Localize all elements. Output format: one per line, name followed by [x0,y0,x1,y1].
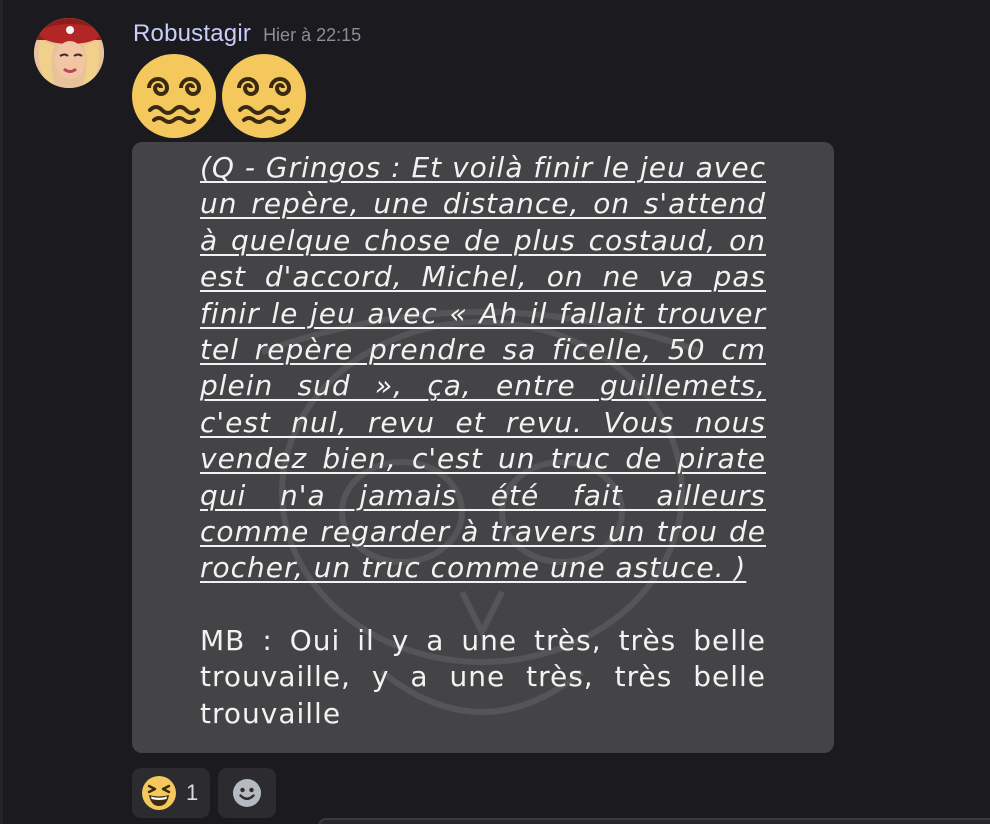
author-name[interactable]: Robustagir [133,20,251,48]
question-text: (Q - Gringos : Et voilà finir le jeu ave… [200,151,766,585]
woozy-face-icon[interactable] [222,54,306,138]
channel-edge [0,0,3,824]
reaction-count: 1 [186,780,199,805]
message: Robustagir Hier à 22:15 (Q - Gringos: E… [0,0,990,824]
laughing-squint-face-icon [142,776,176,810]
answer-text: MB : Oui il y a une très, très belle tro… [200,623,766,730]
timestamp[interactable]: Hier à 22:15 [263,25,361,46]
message-header: Robustagir Hier à 22:15 [133,20,361,50]
image-text: (Q - Gringos : Et voilà finir le jeu ave… [200,150,766,732]
message-emojis [132,54,306,138]
avatar-picture [34,18,104,88]
reactions-bar: 1 [132,768,277,818]
avatar[interactable] [34,18,104,88]
woozy-face-icon[interactable] [132,54,216,138]
reaction-laughing[interactable]: 1 [132,768,211,818]
smiley-add-icon [233,779,262,807]
image-attachment[interactable]: (Q - Gringos : Et voilà finir le jeu ave… [132,142,834,753]
message-input-edge [318,818,990,824]
add-reaction-button[interactable] [218,768,277,818]
